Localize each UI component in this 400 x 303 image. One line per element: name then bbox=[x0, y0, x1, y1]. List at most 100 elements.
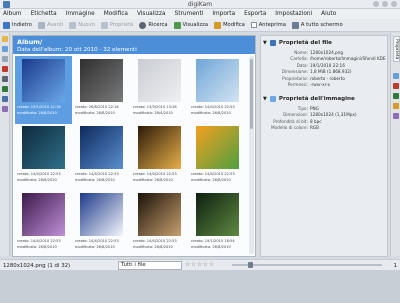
image-icon bbox=[269, 96, 276, 102]
main-toolbar: Indietro Avanti Nuovo Proprietà Ricerca … bbox=[0, 19, 400, 32]
thumbnail-item[interactable]: creato: 14/4/2010 22:53 modificato: 26/8/… bbox=[15, 190, 72, 258]
thumbnail-image[interactable] bbox=[138, 193, 181, 236]
thumbnail-image[interactable] bbox=[138, 59, 181, 102]
scrollbar-thumb[interactable] bbox=[250, 59, 253, 129]
zoom-slider-handle[interactable] bbox=[248, 262, 253, 268]
menu-esporta[interactable]: Esporta bbox=[244, 11, 266, 17]
right-sidebar-tabs: Proprietà bbox=[390, 33, 400, 256]
thumbnail-created: creato: 19/1/2010 18:54 bbox=[191, 239, 235, 243]
new-folder-icon bbox=[69, 21, 77, 29]
thumbnail-created: creato: 14/4/2010 22:53 bbox=[17, 172, 61, 176]
thumbnail-item[interactable]: creato: 14/4/2010 22:53 modificato: 26/8/… bbox=[189, 123, 246, 191]
thumbnail-item[interactable]: creato: 14/4/2010 22:53 modificato: 26/8/… bbox=[15, 123, 72, 191]
thumbnail-modified: modificato: 26/8/2010 bbox=[75, 111, 115, 115]
property-key: Nome: bbox=[294, 50, 308, 55]
menu-importa[interactable]: Importa bbox=[212, 11, 235, 17]
thumbnail-image[interactable] bbox=[80, 59, 123, 102]
albums-tab-icon[interactable] bbox=[2, 36, 8, 42]
maximize-button[interactable] bbox=[382, 1, 388, 7]
thumbnail-item[interactable]: creato: 14/4/2010 22:53 modificato: 26/8/… bbox=[131, 123, 188, 191]
thumbnail-modified: modificato: 26/8/2010 bbox=[133, 178, 173, 182]
thumbnail-created: creato: 14/4/2010 22:53 bbox=[133, 172, 177, 176]
property-key: Data: bbox=[296, 62, 308, 68]
menu-impostazioni[interactable]: Impostazioni bbox=[275, 11, 312, 17]
thumbnail-image[interactable] bbox=[22, 59, 65, 102]
close-button[interactable] bbox=[391, 1, 397, 7]
thumbnail-image[interactable] bbox=[22, 126, 65, 169]
back-button[interactable]: Indietro bbox=[3, 21, 32, 29]
menu-aiuto[interactable]: Aiuto bbox=[321, 11, 336, 17]
metadata-tab-icon[interactable] bbox=[393, 73, 399, 79]
menu-album[interactable]: Album bbox=[3, 11, 22, 17]
thumbnail-item[interactable]: creato: 19/1/2010 18:54 modificato: 26/8/… bbox=[189, 190, 246, 258]
search-tab-icon[interactable] bbox=[2, 76, 8, 82]
thumbnail-image[interactable] bbox=[80, 193, 123, 236]
thumbnail-modified: modificato: 26/8/2010 bbox=[17, 178, 57, 182]
timeline-tab-icon[interactable] bbox=[2, 66, 8, 72]
menu-strumenti[interactable]: Strumenti bbox=[175, 11, 204, 17]
minimize-button[interactable] bbox=[373, 1, 379, 7]
thumbnail-modified: modificato: 26/8/2010 bbox=[133, 245, 173, 249]
people-tab-icon[interactable] bbox=[2, 96, 8, 102]
properties-tab[interactable]: Proprietà bbox=[393, 36, 400, 63]
window-controls bbox=[373, 1, 397, 7]
properties-button[interactable]: Proprietà bbox=[100, 21, 133, 29]
edit-button[interactable]: Modifica bbox=[214, 21, 245, 29]
menu-immagine[interactable]: Immagine bbox=[66, 11, 95, 17]
collapse-arrow-icon: ▼ bbox=[263, 96, 267, 102]
mime-filter-select[interactable]: Tutti i file bbox=[118, 261, 182, 270]
thumbnail-created: creato: 19/1/2010 22:16 bbox=[17, 105, 61, 109]
thumbnail-image[interactable] bbox=[196, 126, 239, 169]
zoom-slider[interactable] bbox=[232, 264, 382, 266]
thumbnail-item[interactable]: creato: 13/3/2010 13:28 modificato: 28/4/… bbox=[131, 56, 188, 124]
thumbnail-item[interactable]: creato: 14/4/2010 22:53 modificato: 26/8/… bbox=[73, 190, 130, 258]
menu-visualizza[interactable]: Visualizza bbox=[137, 11, 166, 17]
property-value: PNG bbox=[310, 106, 319, 111]
property-key: Profondità di bit: bbox=[273, 118, 308, 124]
view-button[interactable]: Visualizza bbox=[173, 21, 208, 29]
thumbnail-image[interactable] bbox=[196, 59, 239, 102]
tags-tab-icon[interactable] bbox=[2, 46, 8, 52]
menu-etichetta[interactable]: Etichetta bbox=[31, 11, 57, 17]
geolocation-tab-icon[interactable] bbox=[393, 93, 399, 99]
property-value: roberto - roberto bbox=[310, 75, 345, 81]
rating-filter-stars[interactable]: ☆☆☆☆☆ bbox=[185, 261, 214, 268]
thumbnail-item[interactable]: creato: 19/1/2010 22:16 modificato: 26/8/… bbox=[15, 56, 72, 124]
forward-button[interactable]: Avanti bbox=[37, 21, 63, 29]
album-view: Album/ Data dell'album: 20 ott 2010 - 32… bbox=[12, 35, 256, 257]
thumbnail-created: creato: 14/4/2010 22:53 bbox=[191, 172, 235, 176]
thumbnail-item[interactable]: creato: 14/4/2010 22:53 modificato: 26/8/… bbox=[189, 56, 246, 124]
search-button[interactable]: Ricerca bbox=[139, 21, 168, 29]
thumbnail-image[interactable] bbox=[196, 193, 239, 236]
new-album-button[interactable]: Nuovo bbox=[69, 21, 95, 29]
colors-tab-icon[interactable] bbox=[393, 83, 399, 89]
album-scrollbar[interactable] bbox=[249, 56, 254, 254]
captions-tab-icon[interactable] bbox=[393, 103, 399, 109]
thumbnail-item[interactable]: creato: 14/4/2010 22:53 modificato: 26/8/… bbox=[131, 190, 188, 258]
property-row: Proprietario: roberto - roberto bbox=[264, 76, 386, 81]
versions-tab-icon[interactable] bbox=[393, 113, 399, 119]
preview-toggle[interactable]: Anteprima bbox=[250, 22, 286, 28]
collapse-arrow-icon: ▼ bbox=[263, 40, 267, 46]
thumbnail-image[interactable] bbox=[80, 126, 123, 169]
fullscreen-button[interactable]: A tutto schermo bbox=[291, 21, 343, 29]
thumbnail-grid: creato: 19/1/2010 22:16 modificato: 26/8/… bbox=[15, 56, 249, 256]
thumbnail-created: creato: 26/8/2010 22:16 bbox=[75, 105, 119, 109]
thumbnail-created: creato: 14/4/2010 22:53 bbox=[133, 239, 177, 243]
property-value: 1,8 MiB (1.868.932) bbox=[310, 69, 352, 75]
thumbnail-created: creato: 13/3/2010 13:28 bbox=[133, 105, 177, 109]
fuzzy-search-tab-icon[interactable] bbox=[2, 106, 8, 112]
preview-checkbox[interactable] bbox=[250, 22, 257, 28]
thumbnail-item[interactable]: creato: 26/8/2010 22:16 modificato: 26/8/… bbox=[73, 56, 130, 124]
map-search-tab-icon[interactable] bbox=[2, 86, 8, 92]
thumbnail-item[interactable]: creato: 14/4/2010 22:53 modificato: 26/8/… bbox=[73, 123, 130, 191]
calendar-tab-icon[interactable] bbox=[2, 56, 8, 62]
image-properties-header[interactable]: ▼ Proprietà dell'immagine bbox=[263, 94, 387, 104]
thumbnail-created: creato: 14/4/2010 22:53 bbox=[75, 172, 119, 176]
thumbnail-image[interactable] bbox=[22, 193, 65, 236]
search-icon bbox=[139, 21, 147, 29]
thumbnail-image[interactable] bbox=[138, 126, 181, 169]
album-header: Album/ Data dell'album: 20 ott 2010 - 32… bbox=[13, 36, 255, 54]
menu-modifica[interactable]: Modifica bbox=[104, 11, 128, 17]
file-properties-header[interactable]: ▼ Proprietà del file bbox=[263, 38, 387, 48]
